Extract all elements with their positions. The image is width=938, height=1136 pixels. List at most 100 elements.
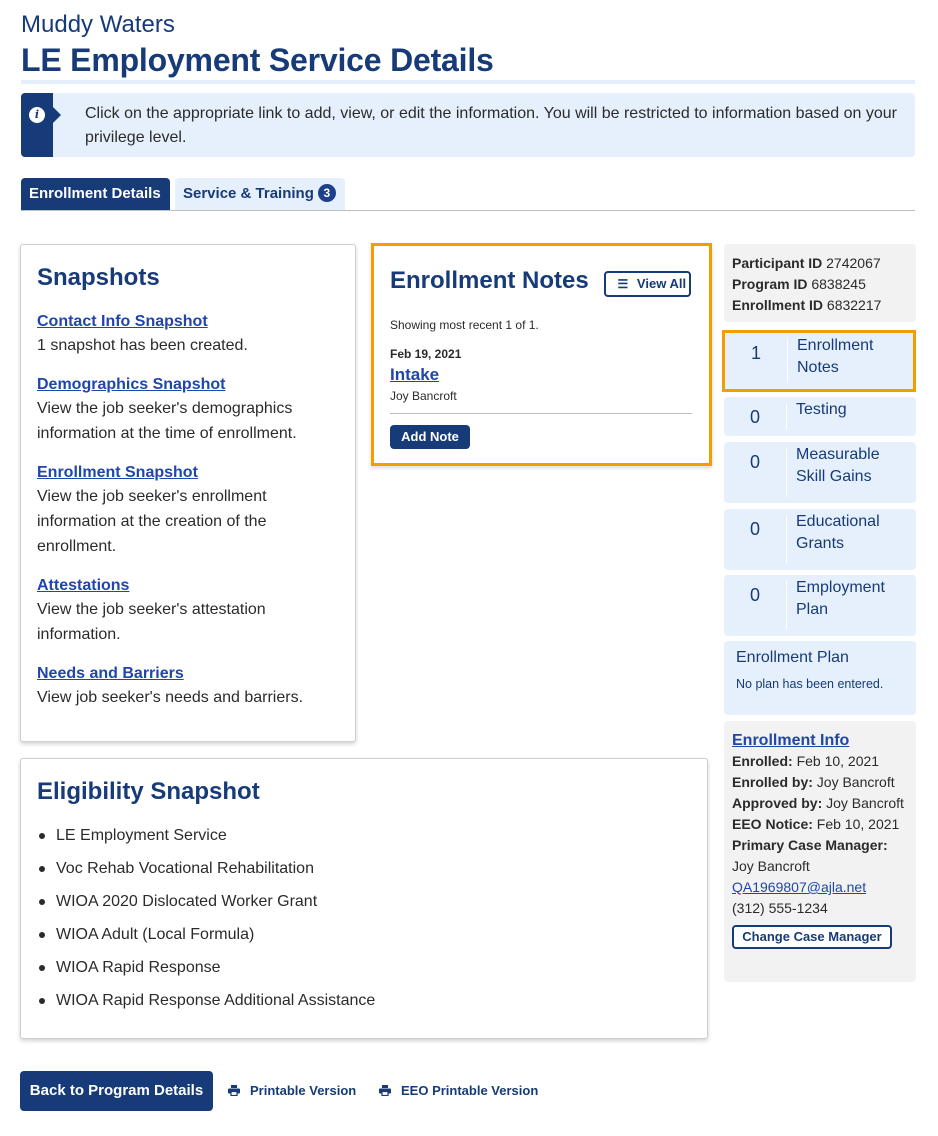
label: Program ID: [732, 276, 808, 292]
tab-service-training[interactable]: Service & Training 3: [175, 178, 345, 210]
count-label: Educational Grants: [796, 513, 880, 552]
list-item: WIOA Adult (Local Formula): [37, 918, 691, 951]
alert-text: Click on the appropriate link to add, vi…: [85, 105, 898, 146]
alert-bar: i: [21, 93, 61, 157]
educational-grants-count[interactable]: 0 Educational Grants: [724, 509, 916, 570]
label: Primary Case Manager:: [732, 837, 888, 853]
case-manager-email-link[interactable]: QA1969807@ajla.net: [732, 879, 866, 895]
count-value: 0: [749, 452, 760, 472]
title-divider: [21, 80, 915, 84]
measurable-skill-gains-count[interactable]: 0 Measurable Skill Gains: [724, 442, 916, 503]
label: EEO Notice:: [732, 816, 813, 832]
eligibility-list: LE Employment Service Voc Rehab Vocation…: [37, 819, 691, 1017]
enrollment-notes-card: Enrollment Notes ☰ View All Showing most …: [371, 243, 712, 466]
label: Enrolled:: [732, 753, 793, 769]
view-all-label: View All: [636, 276, 687, 291]
needs-barriers-link[interactable]: Needs and Barriers: [37, 663, 184, 685]
page-title: LE Employment Service Details: [21, 42, 494, 78]
eeo-printable-version-link[interactable]: EEO Printable Version: [379, 1082, 538, 1100]
printable-version-link[interactable]: Printable Version: [228, 1082, 356, 1100]
change-case-manager-button[interactable]: Change Case Manager: [732, 925, 892, 949]
eligibility-title: Eligibility Snapshot: [37, 778, 260, 805]
list-item: WIOA Rapid Response: [37, 951, 691, 984]
snapshot-description: View the job seeker's demographics infor…: [37, 400, 297, 442]
enrolled-row: Enrolled: Feb 10, 2021: [732, 751, 908, 772]
id-summary: Participant ID 2742067 Program ID 683824…: [724, 244, 916, 322]
count-value: 0: [749, 407, 760, 427]
snapshot-item: Needs and Barriers View job seeker's nee…: [37, 663, 339, 710]
snapshot-description: 1 snapshot has been created.: [37, 337, 248, 354]
value: Joy Bancroft: [826, 795, 904, 811]
info-icon: i: [29, 107, 45, 123]
note-title-link[interactable]: Intake: [390, 365, 439, 385]
label: Enrolled by:: [732, 774, 813, 790]
approved-by-row: Approved by: Joy Bancroft: [732, 793, 908, 814]
count-label: Employment Plan: [796, 579, 885, 618]
enrollment-notes-count[interactable]: 1 Enrollment Notes: [722, 330, 916, 392]
notes-title: Enrollment Notes: [390, 267, 589, 294]
snapshot-description: View the job seeker's enrollment informa…: [37, 488, 267, 555]
tab-label: Service & Training: [183, 185, 314, 202]
snapshot-item: Attestations View the job seeker's attes…: [37, 575, 339, 647]
enrollment-info-link[interactable]: Enrollment Info: [732, 730, 849, 751]
link-label: Printable Version: [250, 1083, 357, 1098]
printer-icon: [379, 1085, 391, 1096]
list-icon: ☰: [617, 277, 629, 291]
eligibility-snapshot-card: Eligibility Snapshot LE Employment Servi…: [20, 758, 708, 1039]
count-label: Measurable Skill Gains: [796, 446, 880, 485]
list-item: WIOA Rapid Response Additional Assistanc…: [37, 984, 691, 1017]
label: Enrollment ID: [732, 297, 824, 313]
count-value: 1: [750, 343, 761, 363]
contact-info-snapshot-link[interactable]: Contact Info Snapshot: [37, 311, 208, 333]
tab-label: Enrollment Details: [29, 185, 161, 202]
note-author: Joy Bancroft: [390, 389, 457, 403]
list-item: WIOA 2020 Dislocated Worker Grant: [37, 885, 691, 918]
link-label: EEO Printable Version: [401, 1083, 539, 1098]
list-item: Voc Rehab Vocational Rehabilitation: [37, 852, 691, 885]
participant-id: Participant ID 2742067: [732, 253, 908, 274]
label: Approved by:: [732, 795, 823, 811]
info-alert: i Click on the appropriate link to add, …: [21, 93, 915, 157]
divider: [786, 403, 787, 430]
enrollment-snapshot-link[interactable]: Enrollment Snapshot: [37, 462, 198, 484]
plan-title: Enrollment Plan: [736, 649, 849, 666]
plan-text: No plan has been entered.: [736, 677, 884, 691]
count-value: 0: [749, 519, 760, 539]
divider: [787, 339, 788, 383]
snapshot-description: View job seeker's needs and barriers.: [37, 689, 304, 706]
snapshot-item: Enrollment Snapshot View the job seeker'…: [37, 462, 339, 559]
testing-count[interactable]: 0 Testing: [724, 397, 916, 436]
printer-icon: [228, 1085, 240, 1096]
count-label: Enrollment Notes: [797, 337, 874, 376]
demographics-snapshot-link[interactable]: Demographics Snapshot: [37, 374, 225, 396]
snapshots-card: Snapshots Contact Info Snapshot 1 snapsh…: [20, 244, 356, 742]
primary-case-manager-row: Primary Case Manager:: [732, 835, 908, 856]
value: 2742067: [826, 255, 881, 271]
employment-plan-count[interactable]: 0 Employment Plan: [724, 575, 916, 636]
back-to-program-details-button[interactable]: Back to Program Details: [20, 1071, 213, 1111]
divider: [390, 413, 692, 414]
count-value: 0: [749, 585, 760, 605]
attestations-link[interactable]: Attestations: [37, 575, 129, 597]
page-header: Muddy Waters LE Employment Service Detai…: [21, 10, 915, 80]
snapshots-title: Snapshots: [37, 264, 160, 291]
program-id: Program ID 6838245: [732, 274, 908, 295]
enrollment-plan-box: Enrollment Plan No plan has been entered…: [724, 641, 916, 715]
divider: [786, 448, 787, 497]
snapshot-description: View the job seeker's attestation inform…: [37, 601, 266, 643]
count-badge: 3: [317, 184, 336, 202]
value: Feb 10, 2021: [816, 816, 900, 832]
view-all-button[interactable]: ☰ View All: [604, 271, 691, 297]
tab-enrollment-details[interactable]: Enrollment Details: [21, 178, 170, 210]
value: Feb 10, 2021: [796, 753, 880, 769]
snapshot-item: Demographics Snapshot View the job seeke…: [37, 374, 339, 446]
tab-bar: Enrollment Details Service & Training 3: [21, 178, 915, 211]
eeo-notice-row: EEO Notice: Feb 10, 2021: [732, 814, 908, 835]
org-name: Muddy Waters: [21, 11, 175, 38]
add-note-button[interactable]: Add Note: [390, 425, 470, 449]
value: Joy Bancroft: [816, 774, 895, 790]
case-manager-phone: (312) 555-1234: [732, 900, 828, 916]
enrollment-id: Enrollment ID 6832217: [732, 295, 908, 316]
snapshot-item: Contact Info Snapshot 1 snapshot has bee…: [37, 311, 339, 358]
value: 6832217: [826, 297, 882, 313]
